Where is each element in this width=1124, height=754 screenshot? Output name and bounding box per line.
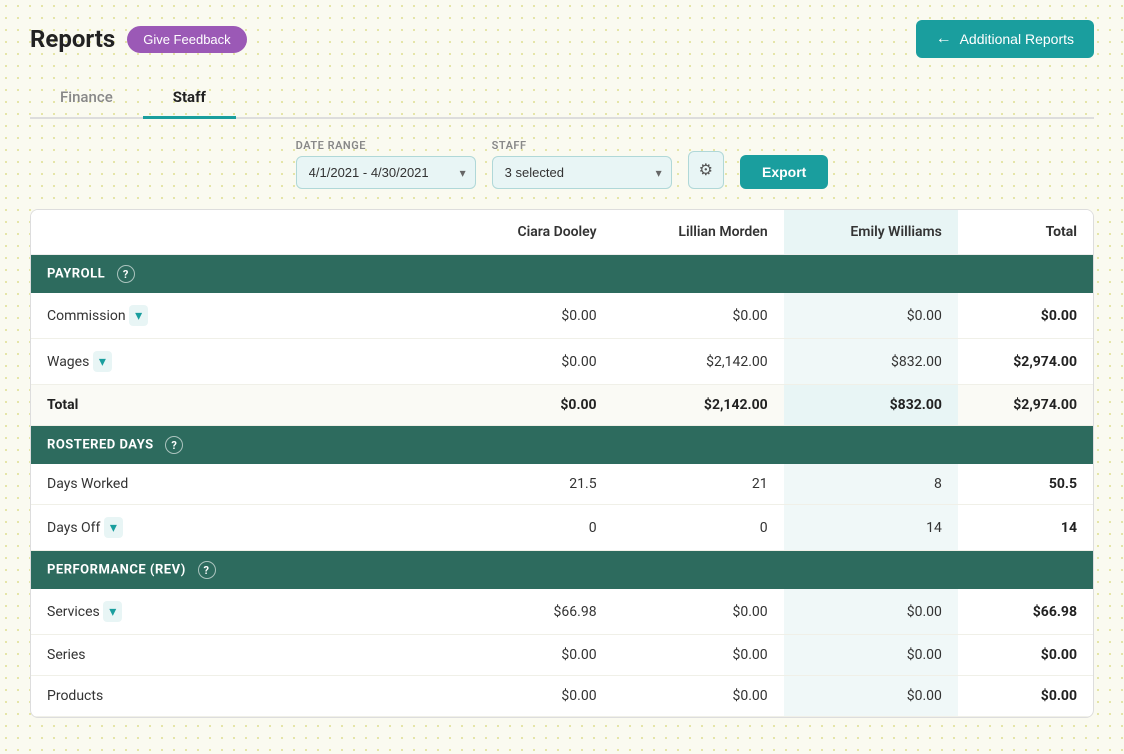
- days-off-ciara: 0: [456, 505, 613, 551]
- row-label-services: Services ▾: [31, 589, 456, 635]
- row-label-days-worked: Days Worked: [31, 464, 456, 505]
- table-row: Products $0.00 $0.00 $0.00 $0.00: [31, 676, 1093, 717]
- days-worked-ciara: 21.5: [456, 464, 613, 505]
- payroll-total-total: $2,974.00: [958, 385, 1093, 426]
- row-label-wages: Wages ▾: [31, 339, 456, 385]
- services-lillian: $0.00: [613, 589, 784, 635]
- table-row: Wages ▾ $0.00 $2,142.00 $832.00 $2,974.0…: [31, 339, 1093, 385]
- wages-total: $2,974.00: [958, 339, 1093, 385]
- header-row: Reports Give Feedback ← Additional Repor…: [30, 20, 1094, 58]
- table-row: Days Worked 21.5 21 8 50.5: [31, 464, 1093, 505]
- dropdown-arrow-icon: ▾: [99, 353, 106, 370]
- days-worked-lillian: 21: [613, 464, 784, 505]
- performance-rev-help-icon[interactable]: ?: [198, 561, 216, 579]
- row-label-commission: Commission ▾: [31, 293, 456, 339]
- tabs-row: Finance Staff: [30, 78, 1094, 119]
- products-total: $0.00: [958, 676, 1093, 717]
- table-row: Commission ▾ $0.00 $0.00 $0.00 $0.00: [31, 293, 1093, 339]
- wages-dropdown-button[interactable]: ▾: [93, 351, 112, 372]
- services-ciara: $66.98: [456, 589, 613, 635]
- payroll-help-icon[interactable]: ?: [117, 265, 135, 283]
- section-title-rostered-days: ROSTERED DAYS: [47, 437, 154, 452]
- services-emily: $0.00: [784, 589, 958, 635]
- page-title: Reports: [30, 25, 115, 53]
- commission-dropdown-button[interactable]: ▾: [129, 305, 148, 326]
- date-range-select[interactable]: 4/1/2021 - 4/30/2021: [296, 156, 476, 189]
- report-table: Ciara Dooley Lillian Morden Emily Willia…: [31, 210, 1093, 717]
- dropdown-arrow-icon: ▾: [110, 519, 117, 536]
- products-emily: $0.00: [784, 676, 958, 717]
- products-ciara: $0.00: [456, 676, 613, 717]
- table-row: Days Off ▾ 0 0 14 14: [31, 505, 1093, 551]
- col-header-total: Total: [958, 210, 1093, 255]
- dropdown-arrow-icon: ▾: [135, 307, 142, 324]
- days-worked-total: 50.5: [958, 464, 1093, 505]
- page-container: Reports Give Feedback ← Additional Repor…: [0, 0, 1124, 754]
- staff-label: STAFF: [492, 139, 672, 152]
- dropdown-arrow-icon: ▾: [109, 603, 116, 620]
- days-off-emily: 14: [784, 505, 958, 551]
- days-worked-emily: 8: [784, 464, 958, 505]
- tab-staff[interactable]: Staff: [143, 78, 236, 119]
- products-lillian: $0.00: [613, 676, 784, 717]
- additional-reports-label: Additional Reports: [960, 31, 1074, 47]
- series-emily: $0.00: [784, 635, 958, 676]
- series-total: $0.00: [958, 635, 1093, 676]
- section-header-payroll: PAYROLL ?: [31, 255, 1093, 294]
- row-label-days-off: Days Off ▾: [31, 505, 456, 551]
- settings-button[interactable]: ⚙: [688, 151, 724, 189]
- section-header-performance-rev: PERFORMANCE (REV) ?: [31, 551, 1093, 590]
- col-header-ciara: Ciara Dooley: [456, 210, 613, 255]
- give-feedback-button[interactable]: Give Feedback: [127, 26, 246, 53]
- header-left: Reports Give Feedback: [30, 25, 247, 53]
- table-body: PAYROLL ? Commission ▾ $0.00 $0.00: [31, 255, 1093, 717]
- export-button[interactable]: Export: [740, 155, 828, 189]
- payroll-total-label: Total: [31, 385, 456, 426]
- wages-emily: $832.00: [784, 339, 958, 385]
- days-off-dropdown-button[interactable]: ▾: [104, 517, 123, 538]
- arrow-left-icon: ←: [936, 30, 952, 48]
- series-lillian: $0.00: [613, 635, 784, 676]
- filters-row: DATE RANGE 4/1/2021 - 4/30/2021 ▾ STAFF …: [30, 139, 1094, 189]
- table-row: Services ▾ $66.98 $0.00 $0.00 $66.98: [31, 589, 1093, 635]
- col-header-lillian: Lillian Morden: [613, 210, 784, 255]
- commission-ciara: $0.00: [456, 293, 613, 339]
- section-title-performance-rev: PERFORMANCE (REV): [47, 562, 186, 577]
- section-header-rostered-days: ROSTERED DAYS ?: [31, 426, 1093, 465]
- rostered-days-help-icon[interactable]: ?: [165, 436, 183, 454]
- gear-icon: ⚙: [699, 160, 713, 180]
- table-row: Series $0.00 $0.00 $0.00 $0.00: [31, 635, 1093, 676]
- row-label-series: Series: [31, 635, 456, 676]
- date-range-select-wrapper: 4/1/2021 - 4/30/2021 ▾: [296, 156, 476, 189]
- commission-total: $0.00: [958, 293, 1093, 339]
- date-range-filter-group: DATE RANGE 4/1/2021 - 4/30/2021 ▾: [296, 139, 476, 189]
- payroll-total-lillian: $2,142.00: [613, 385, 784, 426]
- tab-finance[interactable]: Finance: [30, 78, 143, 119]
- staff-filter-group: STAFF 3 selected ▾: [492, 139, 672, 189]
- payroll-total-ciara: $0.00: [456, 385, 613, 426]
- report-table-container: Ciara Dooley Lillian Morden Emily Willia…: [30, 209, 1094, 718]
- series-ciara: $0.00: [456, 635, 613, 676]
- services-total: $66.98: [958, 589, 1093, 635]
- payroll-total-emily: $832.00: [784, 385, 958, 426]
- services-dropdown-button[interactable]: ▾: [103, 601, 122, 622]
- col-header-label: [31, 210, 456, 255]
- wages-ciara: $0.00: [456, 339, 613, 385]
- commission-lillian: $0.00: [613, 293, 784, 339]
- table-wrapper[interactable]: Ciara Dooley Lillian Morden Emily Willia…: [31, 210, 1093, 717]
- staff-select[interactable]: 3 selected: [492, 156, 672, 189]
- date-range-label: DATE RANGE: [296, 139, 476, 152]
- section-title-payroll: PAYROLL: [47, 266, 105, 281]
- additional-reports-button[interactable]: ← Additional Reports: [916, 20, 1094, 58]
- days-off-lillian: 0: [613, 505, 784, 551]
- commission-emily: $0.00: [784, 293, 958, 339]
- wages-lillian: $2,142.00: [613, 339, 784, 385]
- staff-select-wrapper: 3 selected ▾: [492, 156, 672, 189]
- days-off-total: 14: [958, 505, 1093, 551]
- col-header-emily: Emily Williams: [784, 210, 958, 255]
- row-label-products: Products: [31, 676, 456, 717]
- table-header: Ciara Dooley Lillian Morden Emily Willia…: [31, 210, 1093, 255]
- payroll-total-row: Total $0.00 $2,142.00 $832.00 $2,974.00: [31, 385, 1093, 426]
